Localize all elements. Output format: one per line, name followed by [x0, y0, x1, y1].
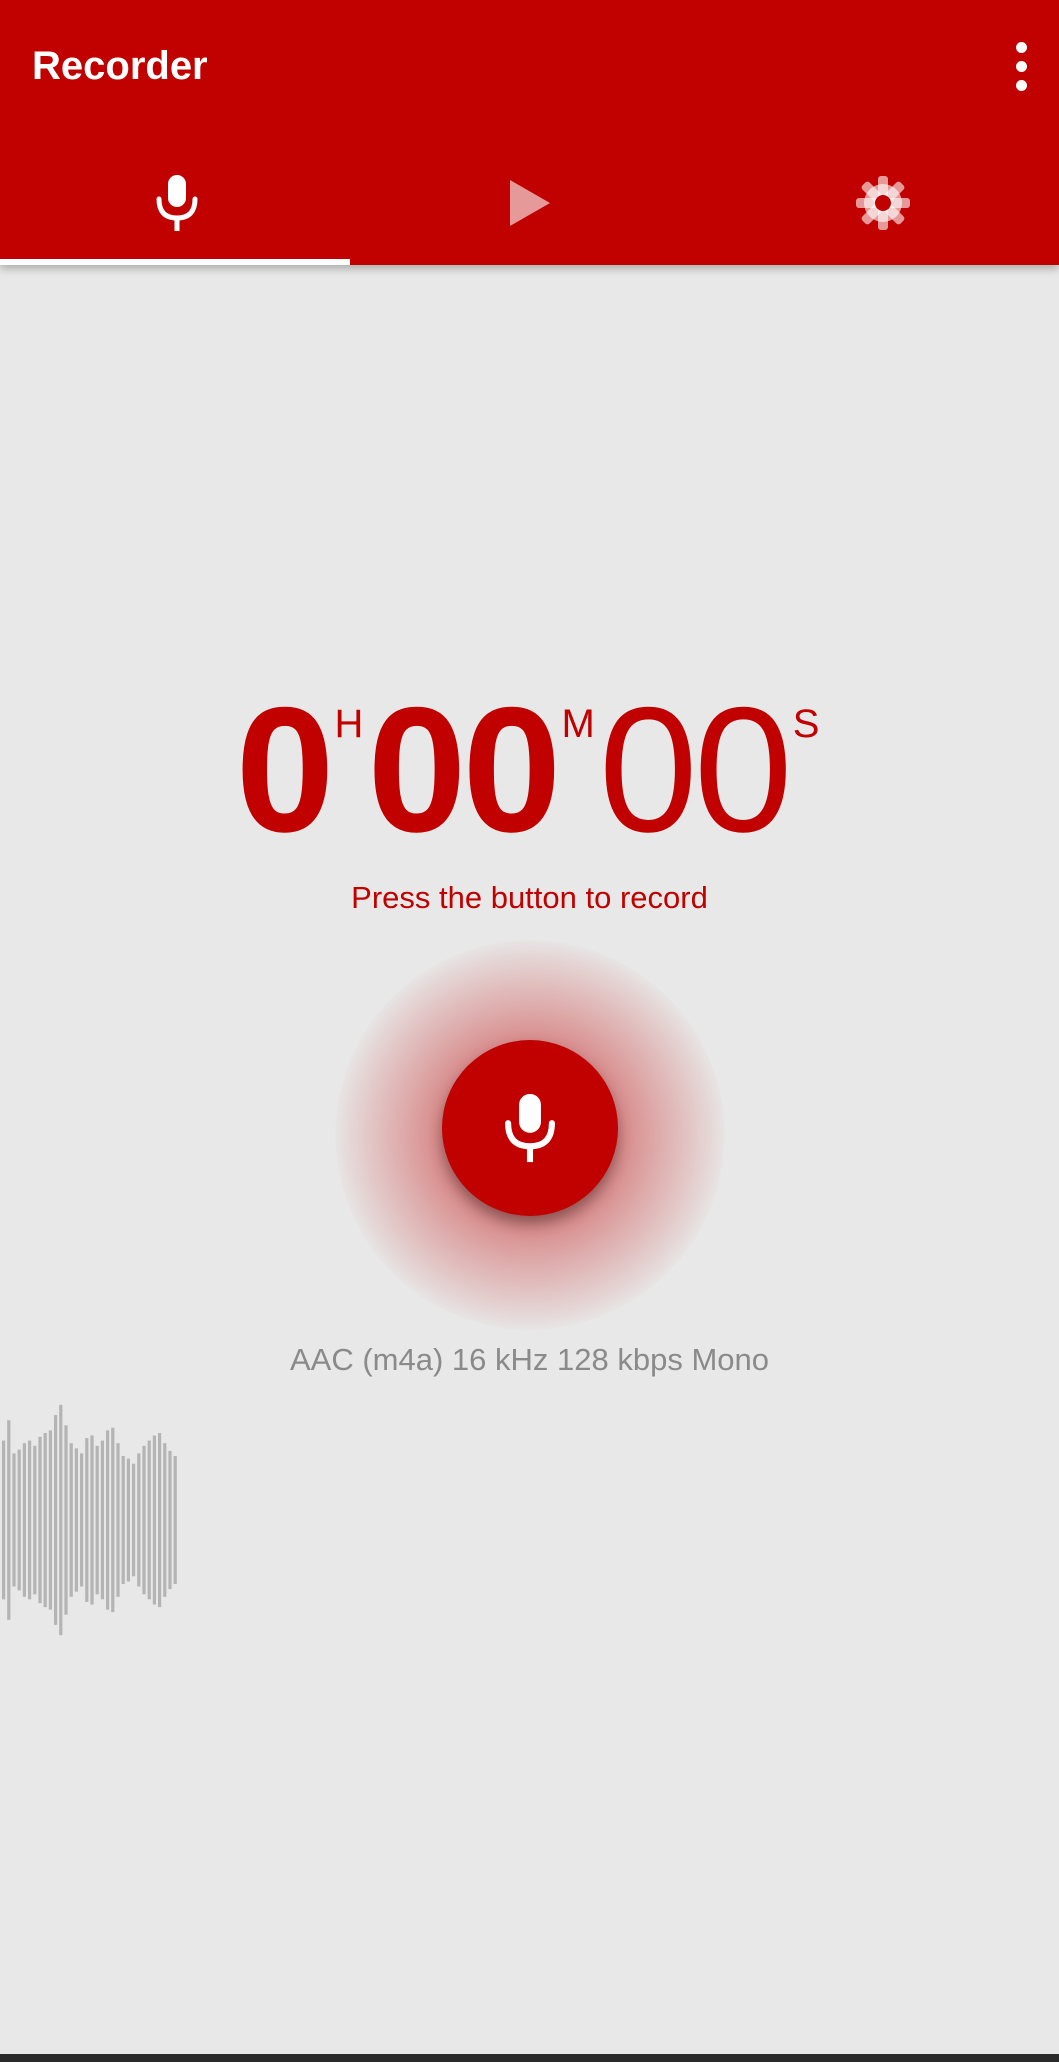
waveform-bar — [142, 1445, 146, 1595]
record-hint-text: Press the button to record — [351, 880, 708, 915]
tab-playback[interactable] — [353, 140, 706, 265]
record-button[interactable] — [442, 1040, 618, 1216]
waveform-bar — [74, 1448, 78, 1592]
waveform-bar — [54, 1415, 58, 1625]
waveform-bar — [106, 1430, 110, 1610]
waveform-bar — [38, 1436, 42, 1604]
more-vertical-icon-dot — [1015, 79, 1027, 91]
waveform-bar — [152, 1435, 156, 1605]
timer-minutes: 00 — [367, 670, 561, 869]
audio-format-info: AAC (m4a) 16 kHz 128 kbps Mono — [290, 1342, 769, 1377]
waveform-bar — [12, 1453, 16, 1587]
waveform-bar — [28, 1440, 32, 1600]
waveform-bar — [48, 1430, 52, 1610]
more-vertical-icon-dot — [1015, 41, 1027, 53]
waveform-bar — [17, 1449, 21, 1591]
waveform-bar — [95, 1445, 99, 1595]
waveform-bar — [90, 1435, 94, 1605]
more-options-button[interactable] — [997, 34, 1045, 98]
waveform-bar — [2, 1440, 6, 1600]
tab-settings[interactable] — [706, 140, 1059, 265]
timer-hours: 0 — [235, 670, 335, 869]
selected-tab-indicator — [0, 259, 350, 265]
waveform-bar — [163, 1443, 167, 1597]
app-title: Recorder — [32, 44, 208, 88]
waveform-bar — [43, 1433, 47, 1608]
waveform-bar — [85, 1438, 89, 1602]
timer-minutes-unit: M — [561, 702, 595, 746]
waveform-bar — [7, 1420, 11, 1620]
waveform-bar — [111, 1427, 115, 1613]
timer-hours-unit: H — [334, 702, 364, 746]
waveform-bar — [22, 1443, 26, 1597]
waveform-bar — [64, 1425, 68, 1615]
mic-icon — [505, 1093, 555, 1163]
timer-seconds-unit: S — [792, 702, 820, 746]
waveform-bar — [137, 1453, 141, 1587]
audio-waveform — [2, 1404, 177, 1636]
waveform-bar — [100, 1440, 104, 1600]
play-icon — [509, 179, 550, 226]
gear-icon — [855, 175, 910, 230]
waveform-bar — [168, 1450, 172, 1590]
waveform-bar — [59, 1404, 63, 1636]
timer-seconds: 00 — [598, 670, 793, 869]
waveform-bar — [132, 1463, 136, 1577]
waveform-bar — [116, 1443, 120, 1597]
waveform-bar — [147, 1440, 151, 1600]
elapsed-time-display: 0 H 00 M 00 S — [0, 680, 1059, 860]
tab-bar — [0, 140, 1059, 265]
waveform-bar — [80, 1453, 84, 1587]
tab-record[interactable] — [0, 140, 353, 265]
mic-icon — [156, 174, 197, 231]
waveform-bar — [121, 1456, 125, 1584]
waveform-bar — [33, 1445, 37, 1595]
waveform-bar — [173, 1456, 177, 1584]
screen-bottom-edge — [0, 2054, 1059, 2062]
more-vertical-icon-dot — [1015, 60, 1027, 72]
waveform-bar — [158, 1433, 162, 1608]
waveform-bar — [69, 1443, 73, 1597]
app-bar: Recorder — [0, 0, 1059, 265]
waveform-bar — [126, 1458, 130, 1582]
